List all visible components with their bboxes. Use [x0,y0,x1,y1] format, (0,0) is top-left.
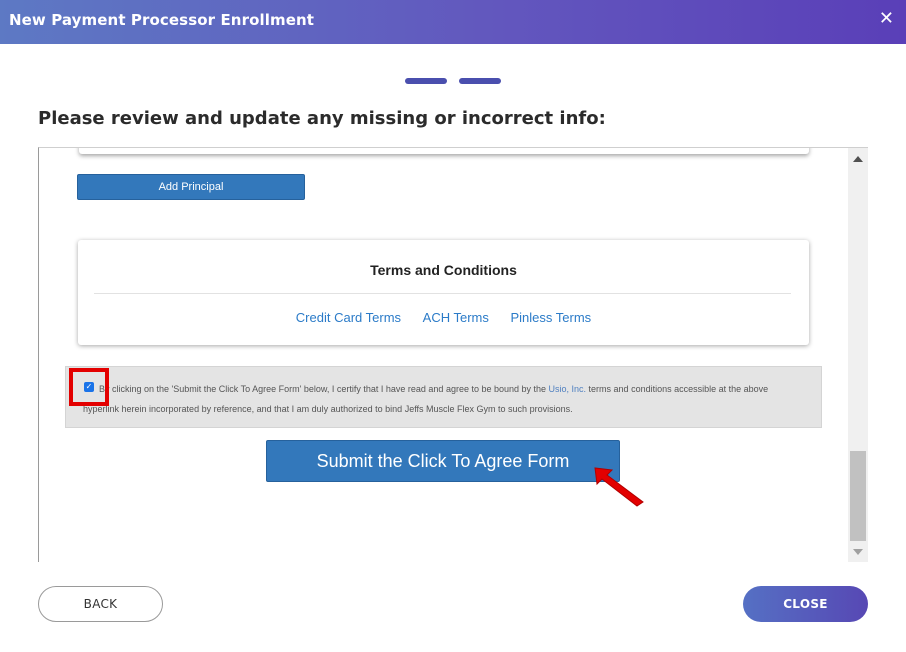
usio-link[interactable]: Usio, Inc. [549,384,587,394]
vertical-scrollbar[interactable] [848,148,868,562]
scrollbar-thumb[interactable] [850,451,866,541]
scroll-down-icon[interactable] [848,545,868,559]
close-icon[interactable]: ✕ [879,9,894,29]
agreement-text-before: By clicking on the 'Submit the Click To … [99,384,549,394]
step-bar-2 [459,78,501,84]
dialog-header: New Payment Processor Enrollment ✕ [0,0,906,44]
terms-title: Terms and Conditions [370,262,517,278]
submit-click-to-agree-button[interactable]: Submit the Click To Agree Form [266,440,620,482]
scroll-up-icon[interactable] [848,152,868,166]
close-button[interactable]: CLOSE [743,586,868,622]
agreement-box: By clicking on the 'Submit the Click To … [65,366,822,428]
credit-card-terms-link[interactable]: Credit Card Terms [296,310,401,325]
add-principal-button[interactable]: Add Principal [77,174,305,200]
page-heading: Please review and update any missing or … [38,108,606,129]
step-indicator [405,78,501,84]
principal-card-edge [79,148,809,154]
terms-links: Credit Card Terms ACH Terms Pinless Term… [78,310,809,325]
red-arrow-icon [594,467,644,507]
ach-terms-link[interactable]: ACH Terms [423,310,489,325]
back-button[interactable]: BACK [38,586,163,622]
dialog-title: New Payment Processor Enrollment [9,11,315,29]
checkbox-highlight-box [69,368,109,406]
terms-divider [94,293,791,294]
form-scroll-area[interactable]: Add Principal Terms and Conditions Credi… [38,147,868,562]
agreement-text: By clicking on the 'Submit the Click To … [83,379,803,419]
terms-card: Terms and Conditions Credit Card Terms A… [78,240,809,345]
pinless-terms-link[interactable]: Pinless Terms [511,310,592,325]
step-bar-1 [405,78,447,84]
